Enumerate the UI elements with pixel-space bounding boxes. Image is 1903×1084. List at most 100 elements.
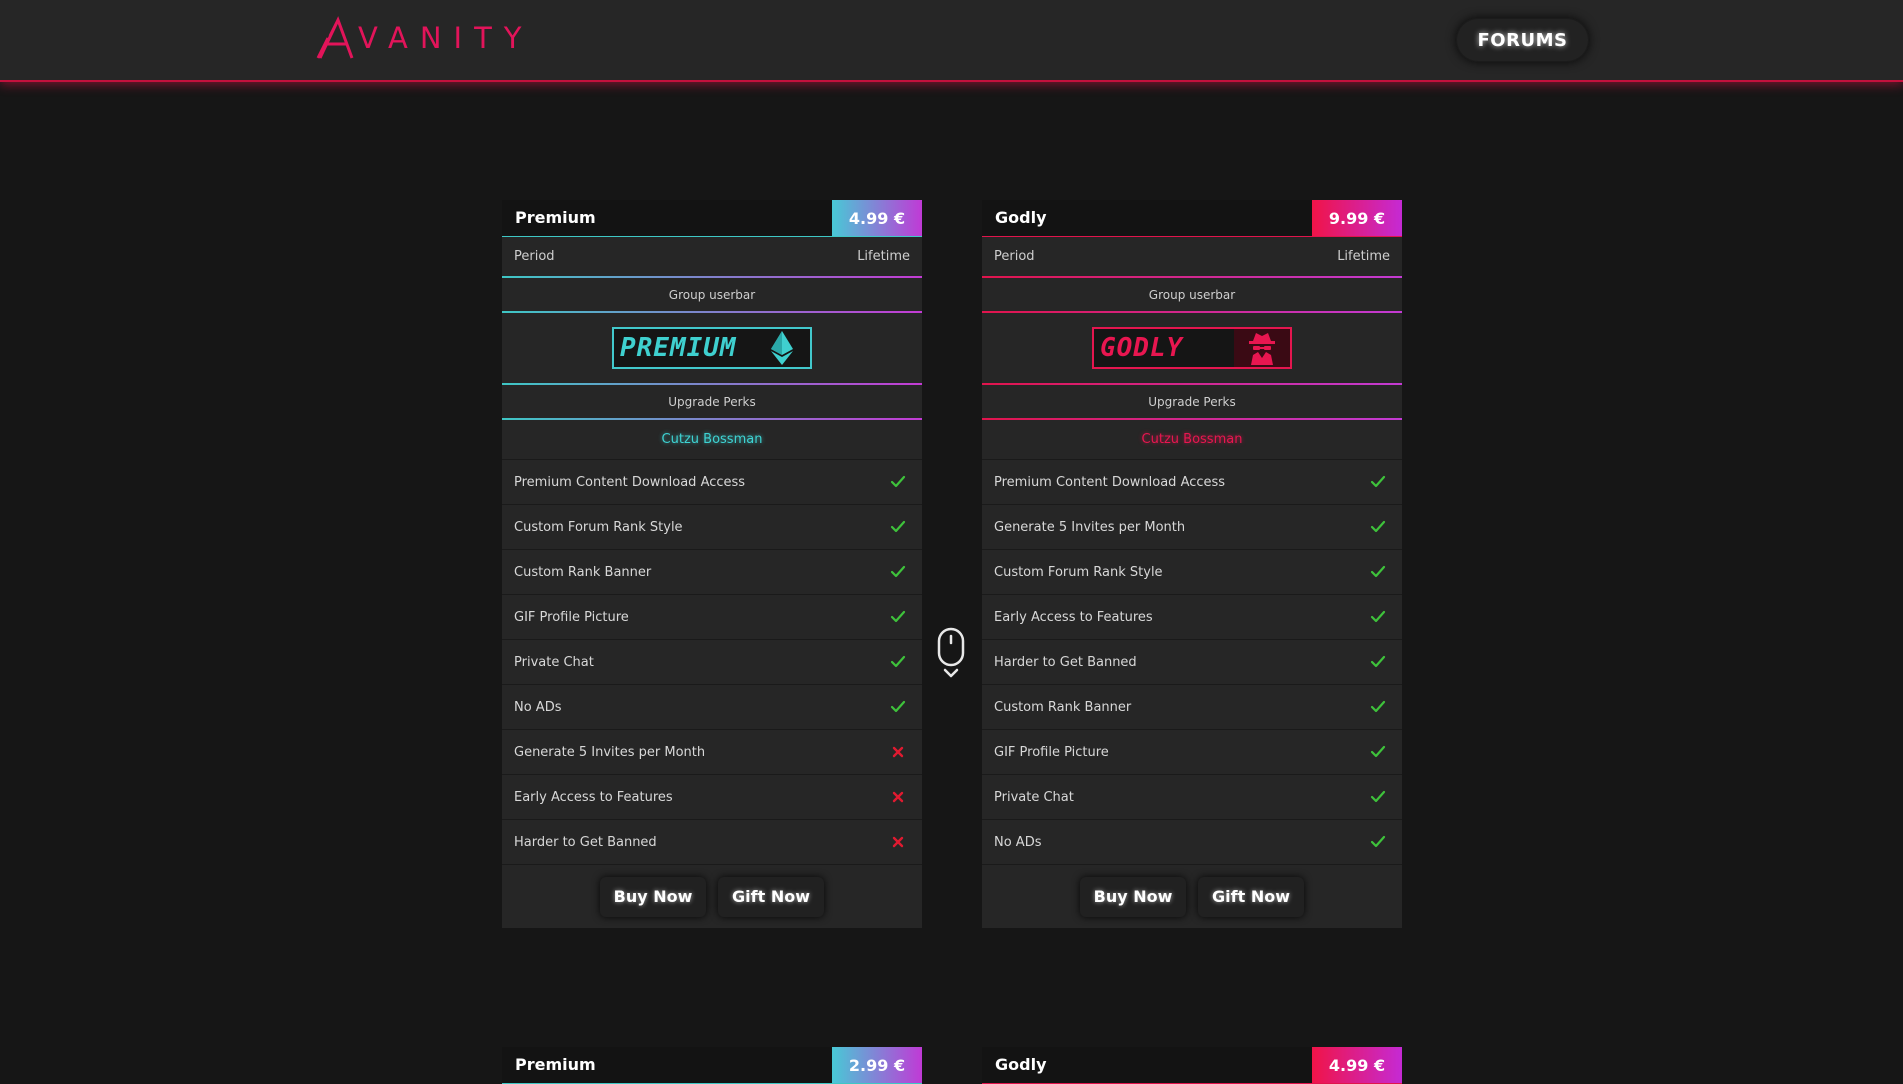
perk-label: Custom Rank Banner (514, 564, 652, 580)
period-value: Lifetime (857, 249, 910, 264)
checkmark-icon (890, 564, 906, 580)
top-navbar: VANITY FORUMS (0, 0, 1903, 82)
perk-label: Early Access to Features (514, 789, 673, 805)
sample-username-row: Cutzu Bossman (982, 420, 1402, 459)
plan-name: Godly (995, 208, 1047, 227)
perk-row: GIF Profile Picture (982, 729, 1402, 774)
userbar-text: GODLY (1100, 333, 1184, 363)
plan-price: 9.99 € (1312, 200, 1402, 236)
checkmark-icon (1370, 519, 1386, 535)
perk-label: Generate 5 Invites per Month (514, 744, 706, 760)
plan-header: Godly 4.99 € (982, 1047, 1402, 1084)
perk-row: No ADs (982, 819, 1402, 864)
gift-now-button[interactable]: Gift Now (1198, 876, 1304, 917)
perk-label: Private Chat (514, 654, 594, 670)
perks-section-title: Upgrade Perks (668, 394, 756, 409)
perks-list: Premium Content Download Access Custom Fo… (502, 459, 922, 864)
perk-label: Custom Rank Banner (994, 699, 1132, 715)
sample-username: Cutzu Bossman (661, 432, 763, 447)
perk-label: Private Chat (994, 789, 1074, 805)
perk-row: Harder to Get Banned (982, 639, 1402, 684)
perk-row: Private Chat (502, 639, 922, 684)
perk-row: Private Chat (982, 774, 1402, 819)
checkmark-icon (890, 474, 906, 490)
perk-row: No ADs (502, 684, 922, 729)
plan-name: Premium (515, 208, 596, 227)
plan-card-godly-2: Godly 4.99 € (982, 1047, 1402, 1084)
period-label: Period (514, 249, 555, 264)
userbar-row: PREMIUM (502, 313, 922, 383)
checkmark-icon (1370, 609, 1386, 625)
checkmark-icon (890, 609, 906, 625)
perk-label: Early Access to Features (994, 609, 1153, 625)
period-value: Lifetime (1337, 249, 1390, 264)
userbar-text: PREMIUM (620, 333, 737, 363)
cross-icon (890, 744, 906, 760)
userbar-section-title: Group userbar (668, 287, 756, 302)
checkmark-icon (890, 654, 906, 670)
checkmark-icon (890, 519, 906, 535)
buy-now-button[interactable]: Buy Now (600, 876, 706, 917)
group-userbar: GODLY (1092, 327, 1292, 369)
perk-row: Generate 5 Invites per Month (982, 504, 1402, 549)
mouse-scroll-icon (937, 627, 965, 678)
card-actions: Buy Now Gift Now (502, 864, 922, 928)
forums-button[interactable]: FORUMS (1456, 18, 1589, 62)
plan-name: Godly (995, 1055, 1047, 1074)
perk-row: Generate 5 Invites per Month (502, 729, 922, 774)
perk-label: GIF Profile Picture (514, 609, 629, 625)
perk-label: No ADs (994, 834, 1042, 850)
buy-now-button[interactable]: Buy Now (1080, 876, 1186, 917)
spy-icon (1234, 329, 1290, 367)
perk-label: GIF Profile Picture (994, 744, 1109, 760)
plan-card-premium: Premium 4.99 € Period Lifetime Group use… (502, 200, 922, 928)
perk-row: Harder to Get Banned (502, 819, 922, 864)
perk-label: Generate 5 Invites per Month (994, 519, 1186, 535)
plan-card-godly: Godly 9.99 € Period Lifetime Group userb… (982, 200, 1402, 928)
perk-row: Premium Content Download Access (982, 459, 1402, 504)
perk-row: GIF Profile Picture (502, 594, 922, 639)
perk-label: Custom Forum Rank Style (514, 519, 683, 535)
gift-now-button[interactable]: Gift Now (718, 876, 824, 917)
plan-card-premium-2: Premium 2.99 € (502, 1047, 922, 1084)
checkmark-icon (1370, 474, 1386, 490)
userbar-row: GODLY (982, 313, 1402, 383)
userbar-section-title: Group userbar (1148, 287, 1236, 302)
checkmark-icon (1370, 789, 1386, 805)
perks-section-title: Upgrade Perks (1148, 394, 1236, 409)
vanity-logo[interactable]: VANITY (316, 14, 534, 60)
checkmark-icon (1370, 834, 1386, 850)
sample-username-row: Cutzu Bossman (502, 420, 922, 459)
ethereum-icon (754, 329, 810, 367)
perk-label: No ADs (514, 699, 562, 715)
perk-row: Premium Content Download Access (502, 459, 922, 504)
plan-header: Godly 9.99 € (982, 200, 1402, 237)
cross-icon (890, 789, 906, 805)
checkmark-icon (1370, 654, 1386, 670)
perk-row: Custom Forum Rank Style (982, 549, 1402, 594)
perk-label: Custom Forum Rank Style (994, 564, 1163, 580)
checkmark-icon (1370, 699, 1386, 715)
perk-label: Premium Content Download Access (994, 474, 1226, 490)
period-row: Period Lifetime (982, 237, 1402, 276)
logo-mark-icon (316, 16, 354, 59)
plan-price: 2.99 € (832, 1047, 922, 1083)
perk-row: Custom Rank Banner (982, 684, 1402, 729)
checkmark-icon (890, 699, 906, 715)
plan-name: Premium (515, 1055, 596, 1074)
perk-row: Custom Rank Banner (502, 549, 922, 594)
plan-header: Premium 4.99 € (502, 200, 922, 237)
plan-price: 4.99 € (832, 200, 922, 236)
perks-list: Premium Content Download Access Generate … (982, 459, 1402, 864)
cross-icon (890, 834, 906, 850)
perk-row: Custom Forum Rank Style (502, 504, 922, 549)
perk-row: Early Access to Features (982, 594, 1402, 639)
logo-text: VANITY (358, 21, 534, 55)
period-row: Period Lifetime (502, 237, 922, 276)
checkmark-icon (1370, 564, 1386, 580)
perk-label: Harder to Get Banned (994, 654, 1137, 670)
perk-row: Early Access to Features (502, 774, 922, 819)
card-actions: Buy Now Gift Now (982, 864, 1402, 928)
perk-label: Harder to Get Banned (514, 834, 657, 850)
group-userbar: PREMIUM (612, 327, 812, 369)
